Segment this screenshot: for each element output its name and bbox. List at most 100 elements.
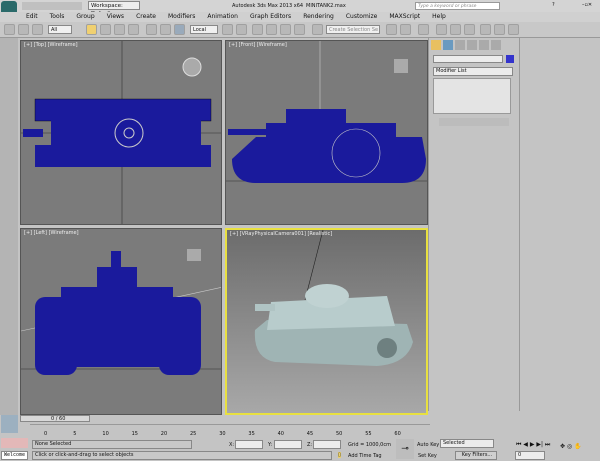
window-controls[interactable]: –▫✕ xyxy=(582,2,592,8)
curve-editor-icon[interactable] xyxy=(436,24,447,35)
named-selection-dropdown[interactable]: Create Selection Se xyxy=(326,25,380,34)
x-coordinate-field[interactable] xyxy=(235,440,263,449)
menu-tools[interactable]: Tools xyxy=(44,12,71,22)
angle-snap-icon[interactable] xyxy=(266,24,277,35)
unlink-icon[interactable] xyxy=(18,24,29,35)
mirror-icon[interactable] xyxy=(386,24,397,35)
menu-customize[interactable]: Customize xyxy=(340,12,384,22)
time-slider[interactable]: 0 / 60 xyxy=(20,415,90,422)
link-icon[interactable] xyxy=(4,24,15,35)
tank-realistic-render xyxy=(254,230,413,366)
viewport-label[interactable]: [+] [VRayPhysicalCamera001] [Realistic] xyxy=(230,231,332,237)
edit-named-sel-icon[interactable] xyxy=(312,24,323,35)
add-time-tag[interactable]: Add Time Tag xyxy=(348,453,382,459)
rotate-icon[interactable] xyxy=(160,24,171,35)
menu-views[interactable]: Views xyxy=(101,12,130,22)
timeline-tick-label: 60 xyxy=(394,431,401,437)
menu-bar: Edit Tools Group Views Create Modifiers … xyxy=(0,12,600,22)
viewport-top[interactable]: [+] [Top] [Wireframe] xyxy=(20,40,222,225)
menu-create[interactable]: Create xyxy=(130,12,162,22)
viewport-label[interactable]: [+] [Left] [Wireframe] xyxy=(24,230,79,236)
pivot-icon[interactable] xyxy=(222,24,233,35)
timeline-tick-label: 5 xyxy=(73,431,77,437)
spinner-snap-icon[interactable] xyxy=(294,24,305,35)
select-manipulate-icon[interactable] xyxy=(236,24,247,35)
menu-rendering[interactable]: Rendering xyxy=(297,12,340,22)
render-setup-icon[interactable] xyxy=(480,24,491,35)
current-frame-field[interactable]: 0 xyxy=(515,451,545,460)
viewport-label[interactable]: [+] [Top] [Wireframe] xyxy=(24,42,78,48)
object-name-field[interactable] xyxy=(433,55,503,63)
tank-front-wireframe xyxy=(226,41,427,183)
workspace-dropdown[interactable]: Workspace: Default xyxy=(88,1,140,17)
display-tab-icon[interactable] xyxy=(479,40,489,50)
selection-filter-dropdown[interactable]: All xyxy=(48,25,72,34)
set-key-icon[interactable]: ⊸ xyxy=(396,439,414,459)
modifier-list-dropdown[interactable]: Modifier List xyxy=(433,67,513,76)
set-key-button[interactable]: Set Key xyxy=(418,453,437,459)
timeline-tick-label: 35 xyxy=(248,431,255,437)
main-toolbar: All Local Create Selection Se xyxy=(0,22,600,38)
scale-icon[interactable] xyxy=(174,24,185,35)
timeline-tick-label: 20 xyxy=(160,431,168,437)
layer-manager-icon[interactable] xyxy=(418,24,429,35)
playback-controls[interactable]: ⏮ ◀ ▶ ▶| ⏭ xyxy=(516,441,550,449)
viewport-label[interactable]: [+] [Front] [Wireframe] xyxy=(229,42,287,48)
move-icon[interactable] xyxy=(146,24,157,35)
schematic-view-icon[interactable] xyxy=(450,24,461,35)
y-coordinate-field[interactable] xyxy=(274,440,302,449)
frame-counter: 0 / 60 xyxy=(51,416,66,422)
percent-snap-icon[interactable] xyxy=(280,24,291,35)
stack-tools[interactable] xyxy=(439,118,509,126)
modify-tab-icon[interactable] xyxy=(443,40,453,50)
bind-spacewarp-icon[interactable] xyxy=(32,24,43,35)
hierarchy-tab-icon[interactable] xyxy=(455,40,465,50)
modifier-stack[interactable] xyxy=(433,78,511,114)
menu-animation[interactable]: Animation xyxy=(201,12,244,22)
viewport-camera[interactable]: [+] [VRayPhysicalCamera001] [Realistic] xyxy=(225,228,428,415)
grid-size: Grid = 1000,0cm xyxy=(348,442,391,448)
time-tag-icon[interactable]: ▯ xyxy=(338,452,341,458)
z-label: Z: xyxy=(307,442,313,448)
maxscript-listener[interactable]: Welcome xyxy=(1,451,28,460)
key-mode-dropdown[interactable]: Selected xyxy=(440,439,494,448)
object-color-swatch[interactable] xyxy=(506,55,514,63)
tank-top-wireframe xyxy=(21,41,221,224)
search-input[interactable]: Type a keyword or phrase xyxy=(415,2,500,10)
create-tab-icon[interactable] xyxy=(431,40,441,50)
quick-access-toolbar[interactable] xyxy=(22,2,82,10)
window-crossing-icon[interactable] xyxy=(128,24,139,35)
render-icon[interactable] xyxy=(508,24,519,35)
timeline-tick-label: 50 xyxy=(336,431,343,437)
menu-group[interactable]: Group xyxy=(70,12,100,22)
menu-maxscript[interactable]: MAXScript xyxy=(383,12,426,22)
selection-status: None Selected xyxy=(32,440,192,449)
snap-icon[interactable] xyxy=(252,24,263,35)
viewport-front[interactable]: [+] [Front] [Wireframe] xyxy=(225,40,428,225)
track-bar[interactable]: 0 5 10 15 20 25 30 35 40 45 50 55 60 xyxy=(30,424,430,438)
timeline-tick-label: 25 xyxy=(190,431,197,437)
motion-tab-icon[interactable] xyxy=(467,40,477,50)
rendered-frame-icon[interactable] xyxy=(494,24,505,35)
timeline-tick-label: 40 xyxy=(277,431,284,437)
key-filters-button[interactable]: Key Filters... xyxy=(455,451,497,460)
menu-edit[interactable]: Edit xyxy=(20,12,44,22)
search-placeholder: Type a keyword or phrase xyxy=(418,4,477,9)
material-editor-icon[interactable] xyxy=(464,24,475,35)
viewport-left[interactable]: [+] [Left] [Wireframe] xyxy=(20,228,222,415)
align-icon[interactable] xyxy=(400,24,411,35)
auto-key-button[interactable]: Auto Key xyxy=(417,442,439,448)
navigation-controls[interactable]: ✥ ◎ ✋ xyxy=(560,443,582,450)
menu-graph-editors[interactable]: Graph Editors xyxy=(244,12,297,22)
utilities-tab-icon[interactable] xyxy=(491,40,501,50)
timeline-tick-label: 10 xyxy=(102,431,109,437)
menu-modifiers[interactable]: Modifiers xyxy=(162,12,201,22)
help-icon[interactable]: ? xyxy=(552,2,555,8)
select-by-name-icon[interactable] xyxy=(100,24,111,35)
viewport-layout-icon[interactable] xyxy=(1,415,18,433)
rect-selection-icon[interactable] xyxy=(114,24,125,35)
menu-help[interactable]: Help xyxy=(426,12,452,22)
select-object-icon[interactable] xyxy=(86,24,97,35)
reference-coord-dropdown[interactable]: Local xyxy=(190,25,218,34)
z-coordinate-field[interactable] xyxy=(313,440,341,449)
